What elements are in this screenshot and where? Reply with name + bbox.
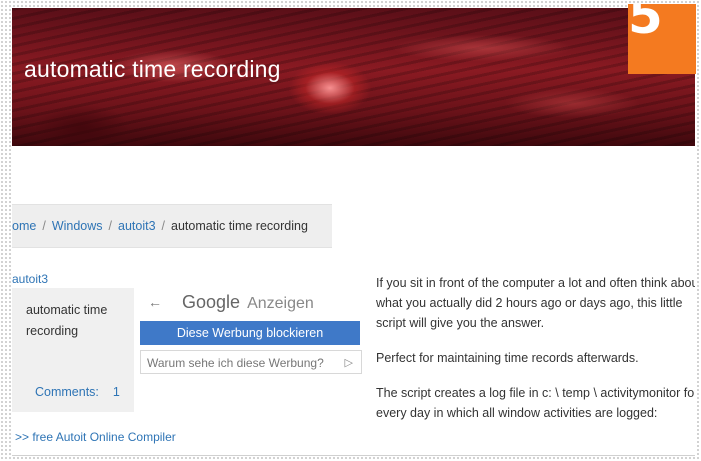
sidebar-category-link[interactable]: autoit3 <box>12 272 48 286</box>
why-this-ad-label: Warum sehe ich diese Werbung? <box>147 356 324 370</box>
google-brand: Google <box>182 292 241 312</box>
page-title: automatic time recording <box>24 56 281 82</box>
free-compiler-link[interactable]: >> free Autoit Online Compiler <box>15 430 176 444</box>
why-this-ad-button[interactable]: Warum sehe ich diese Werbung? ▷ <box>140 350 362 374</box>
breadcrumb: ome / Windows / autoit3 / automatic time recor… <box>12 204 332 248</box>
article-paragraph-purpose: Perfect for maintaining time records aft… <box>376 351 639 365</box>
block-ad-button[interactable]: Diese Werbung blockieren <box>140 321 360 345</box>
google-ad-panel: ← Google Anzeigen Diese Werbung blockier… <box>136 286 366 386</box>
google-ads-logo: Google Anzeigen <box>182 292 314 313</box>
sidebar-item-automatic-time-recording[interactable]: automatic time recording <box>26 300 126 342</box>
header-banner: automatic time recording <box>12 8 695 146</box>
breadcrumb-separator: / <box>108 219 113 233</box>
sidebar-panel: automatic time recording Comments: 1 <box>12 288 134 412</box>
article-paragraph-intro: If you sit in front of the computer a lo… <box>376 276 695 330</box>
comments-label: Comments: <box>35 385 99 399</box>
breadcrumb-current: automatic time recording <box>171 219 308 233</box>
breadcrumb-windows[interactable]: Windows <box>52 219 103 233</box>
article-body: If you sit in front of the computer a lo… <box>376 273 695 438</box>
step-number-badge: 5 <box>628 4 696 74</box>
ads-label: Anzeigen <box>247 295 314 312</box>
breadcrumb-separator: / <box>161 219 166 233</box>
article-paragraph-logfile: The script creates a log file in c: \ te… <box>376 386 695 420</box>
breadcrumb-separator: / <box>42 219 46 233</box>
webpage-frame: automatic time recording ome / Windows / aut… <box>12 8 695 456</box>
breadcrumb-autoit3[interactable]: autoit3 <box>118 219 156 233</box>
adchoices-icon: ▷ <box>344 357 353 369</box>
back-arrow-icon[interactable]: ← <box>148 294 162 310</box>
comments-link[interactable]: Comments: 1 <box>35 385 120 399</box>
comments-count: 1 <box>112 385 120 399</box>
breadcrumb-home[interactable]: ome <box>12 219 36 233</box>
